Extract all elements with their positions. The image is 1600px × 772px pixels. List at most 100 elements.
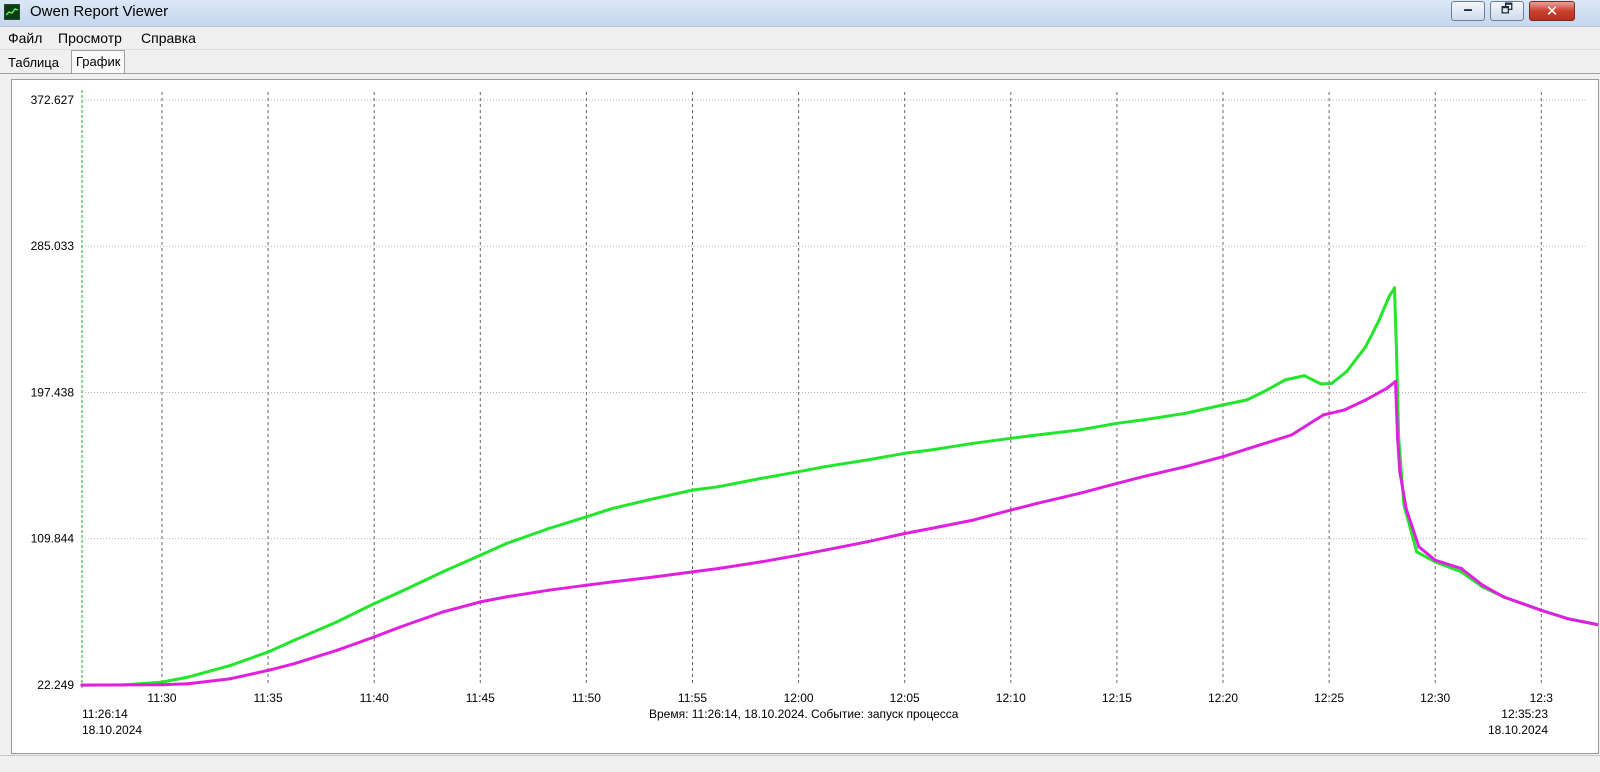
- data-point-green: [1364, 344, 1368, 349]
- data-point-green: [1245, 398, 1249, 402]
- data-point-magenta: [160, 683, 164, 687]
- x-tick-label: 11:40: [360, 691, 389, 705]
- data-point-magenta: [1433, 558, 1437, 562]
- data-point-green: [398, 590, 402, 594]
- data-point-green: [1035, 433, 1039, 437]
- data-point-magenta: [228, 677, 233, 681]
- data-point-magenta: [186, 682, 190, 686]
- data-point-green: [372, 602, 376, 606]
- data-point-green: [266, 650, 270, 654]
- data-point-magenta: [266, 668, 270, 673]
- series-line-green: [81, 286, 1598, 687]
- data-point-green: [1392, 286, 1397, 290]
- data-point-magenta: [372, 635, 376, 639]
- data-point-magenta: [690, 570, 695, 574]
- minimize-icon: 🗕: [1463, 1, 1473, 16]
- data-point-magenta: [1398, 470, 1402, 474]
- data-point-magenta: [929, 526, 933, 531]
- x-tick-label: 11:45: [466, 691, 495, 705]
- x-tick-label: 11:50: [572, 691, 601, 705]
- menu-file[interactable]: Файл: [8, 30, 42, 46]
- data-point-green: [504, 541, 508, 546]
- data-point-magenta: [547, 588, 551, 592]
- close-button[interactable]: ✕: [1529, 1, 1575, 21]
- data-point-green: [335, 620, 339, 624]
- data-point-magenta: [1289, 433, 1294, 437]
- data-point-magenta: [823, 548, 827, 552]
- data-point-magenta: [1393, 379, 1398, 384]
- data-point-magenta: [865, 540, 869, 544]
- data-point-green: [797, 470, 801, 474]
- minimize-button[interactable]: 🗕: [1451, 1, 1485, 21]
- data-point-magenta: [504, 595, 508, 599]
- tab-table[interactable]: Таблица: [4, 54, 63, 74]
- restore-button[interactable]: 🗗: [1490, 1, 1524, 21]
- x-tick-label: 11:55: [678, 691, 707, 705]
- data-point-magenta: [80, 683, 84, 687]
- x-tick-label: 12:25: [1314, 691, 1344, 705]
- chart-panel[interactable]: 372.627 285.033 197.438 109.844 22.249 11:30 1…: [11, 79, 1599, 754]
- data-point-magenta: [1035, 501, 1039, 505]
- end-time-label: 12:35:23: [1501, 707, 1548, 721]
- data-point-magenta: [1396, 436, 1400, 440]
- data-point-green: [610, 506, 615, 510]
- data-point-magenta: [292, 662, 296, 666]
- data-point-magenta: [1459, 566, 1463, 571]
- data-point-magenta: [1009, 508, 1013, 512]
- data-point-green: [1415, 550, 1419, 554]
- menu-bar: Файл Просмотр Справка: [0, 27, 1600, 50]
- data-point-magenta: [1385, 386, 1389, 390]
- data-point-green: [1283, 378, 1287, 382]
- series-line-magenta: [81, 380, 1598, 687]
- data-point-green: [1319, 382, 1323, 386]
- menu-view[interactable]: Просмотр: [58, 30, 122, 46]
- data-point-green: [1376, 319, 1381, 323]
- data-point-magenta: [335, 648, 339, 653]
- data-point-green: [1077, 428, 1081, 432]
- data-point-green: [584, 515, 589, 519]
- data-point-green: [1141, 418, 1145, 422]
- y-tick-label: 285.033: [31, 239, 75, 253]
- data-point-green: [690, 488, 695, 492]
- menu-help[interactable]: Справка: [141, 30, 196, 46]
- y-tick-label: 372.627: [31, 93, 75, 107]
- data-point-green: [1115, 421, 1119, 425]
- x-tick-label: 12:20: [1208, 691, 1238, 705]
- data-point-magenta: [1480, 583, 1485, 587]
- data-point-magenta: [717, 566, 721, 571]
- data-point-magenta: [1364, 398, 1368, 402]
- data-point-green: [929, 448, 933, 452]
- data-point-green: [971, 441, 975, 445]
- data-point-magenta: [1502, 595, 1506, 599]
- data-point-magenta: [653, 575, 657, 579]
- x-tick-label: 12:15: [1102, 691, 1132, 705]
- data-point-green: [547, 526, 551, 531]
- data-point-green: [441, 570, 445, 574]
- x-tick-label: 12:30: [1420, 691, 1450, 705]
- status-bar: [0, 755, 1600, 772]
- x-tick-label: 11:35: [254, 691, 283, 705]
- y-tick-label: 109.844: [31, 532, 75, 546]
- tab-strip: Таблица График: [0, 50, 1600, 74]
- tab-graph[interactable]: График: [71, 50, 126, 74]
- end-date-label: 18.10.2024: [1487, 723, 1548, 737]
- data-point-green: [1262, 390, 1266, 394]
- start-time-label: 11:26:14: [82, 707, 128, 721]
- data-point-magenta: [1141, 475, 1145, 479]
- data-point-green: [292, 638, 296, 642]
- x-tick-label: 12:3: [1530, 691, 1554, 705]
- data-point-magenta: [584, 583, 589, 587]
- data-point-green: [1302, 374, 1306, 378]
- restore-icon: 🗗: [1500, 1, 1514, 16]
- data-point-magenta: [478, 600, 482, 604]
- x-tick-label: 12:05: [890, 691, 920, 705]
- data-point-green: [1009, 436, 1013, 440]
- data-point-green: [1345, 369, 1349, 374]
- data-point-green: [903, 451, 907, 455]
- data-point-magenta: [1539, 608, 1543, 612]
- data-point-green: [1395, 353, 1399, 357]
- x-tick-label: 12:10: [996, 691, 1026, 705]
- line-chart[interactable]: 372.627 285.033 197.438 109.844 22.249 11:30 1…: [12, 80, 1598, 753]
- title-bar: Owen Report Viewer 🗕 🗗 ✕: [0, 0, 1600, 27]
- close-icon: ✕: [1545, 3, 1559, 20]
